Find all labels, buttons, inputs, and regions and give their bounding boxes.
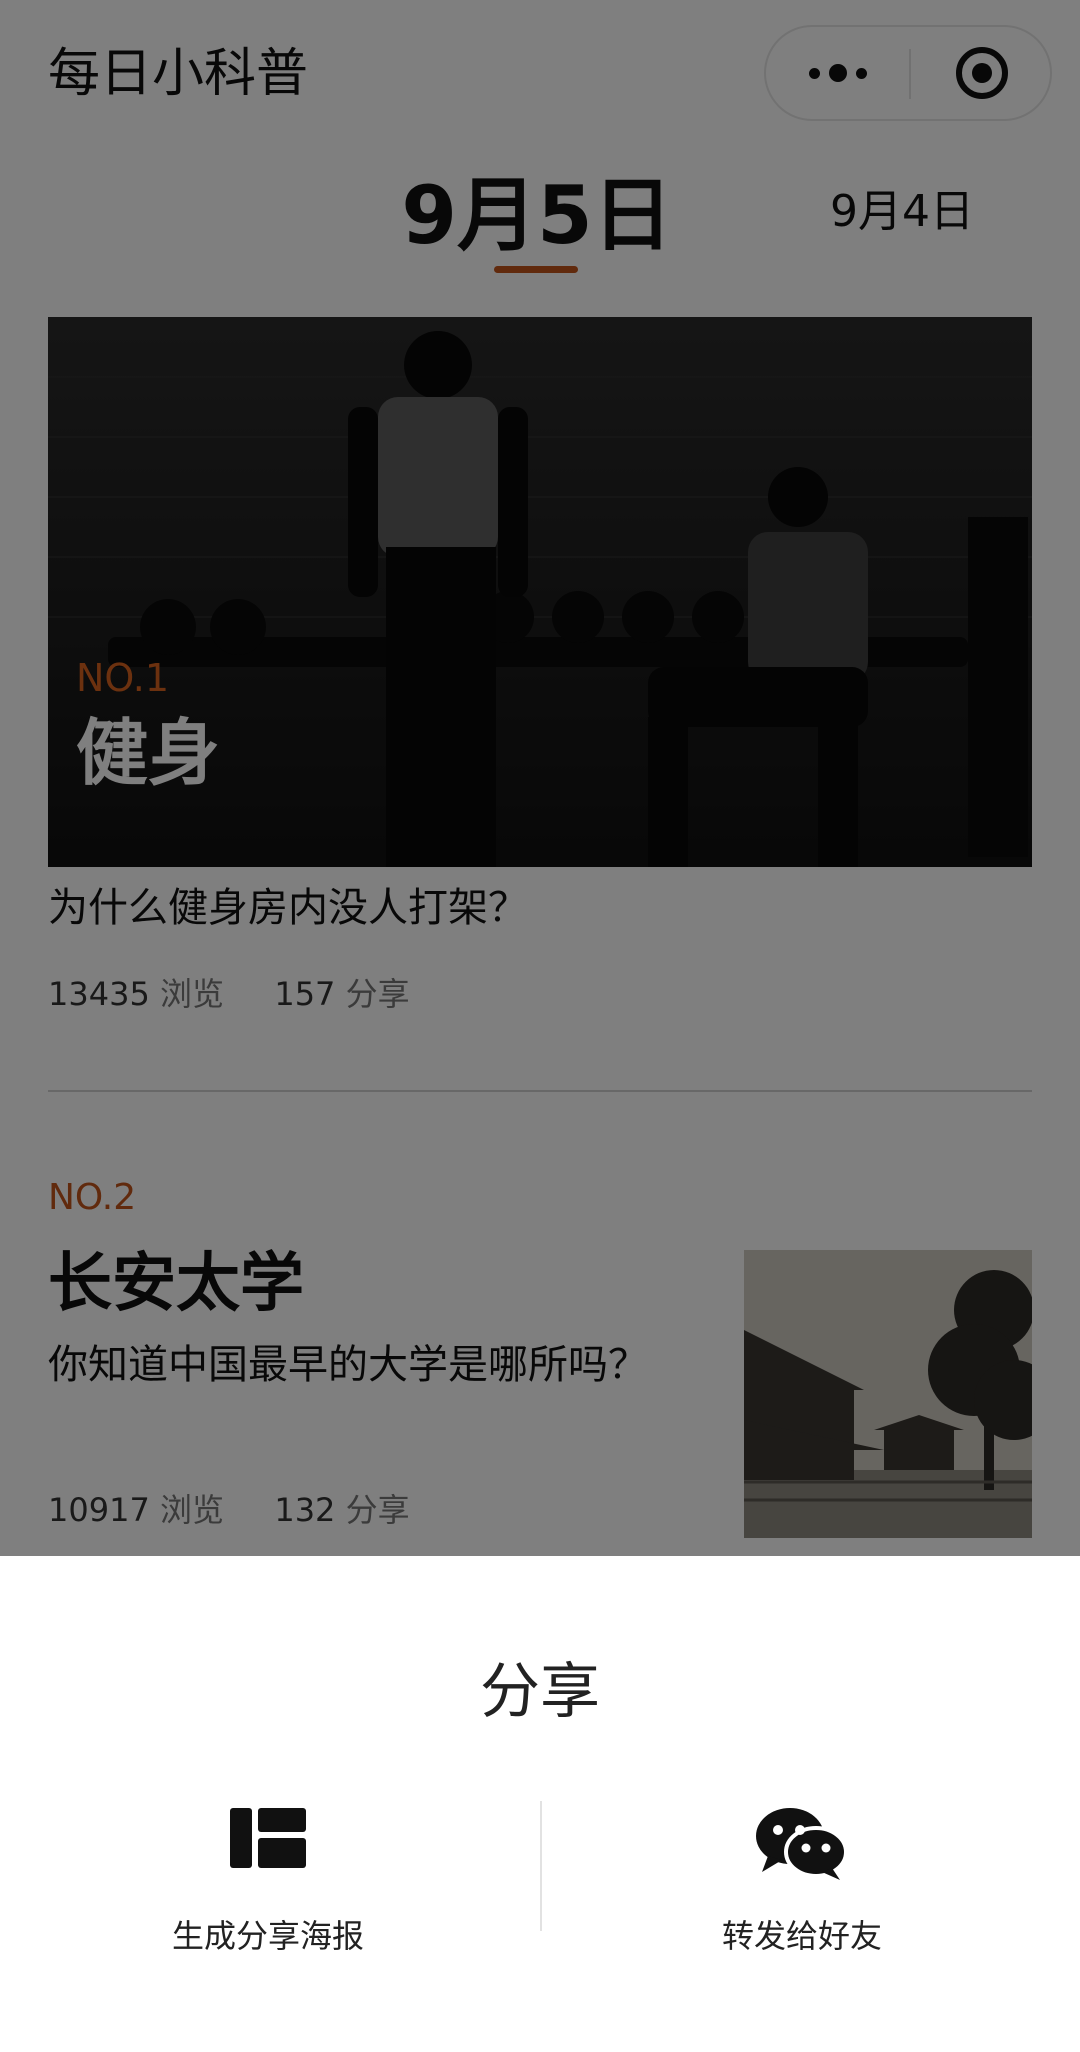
forward-to-friend-button[interactable]: 转发给好友 [540,1806,1080,2006]
share-sheet: 分享 生成分享海报 转发给好友 [0,1556,1080,2052]
share-sheet-title: 分享 [480,1657,600,1727]
generate-poster-button[interactable]: 生成分享海报 [0,1806,540,2006]
wechat-icon [532,1806,1072,1896]
generate-poster-label: 生成分享海报 [171,1917,364,1955]
forward-to-friend-label: 转发给好友 [721,1917,882,1955]
modal-backdrop[interactable] [0,0,1080,1556]
poster-layout-icon [0,1806,538,1896]
app-root: 每日小科普 9月5日 9月4日 [0,0,1080,2052]
